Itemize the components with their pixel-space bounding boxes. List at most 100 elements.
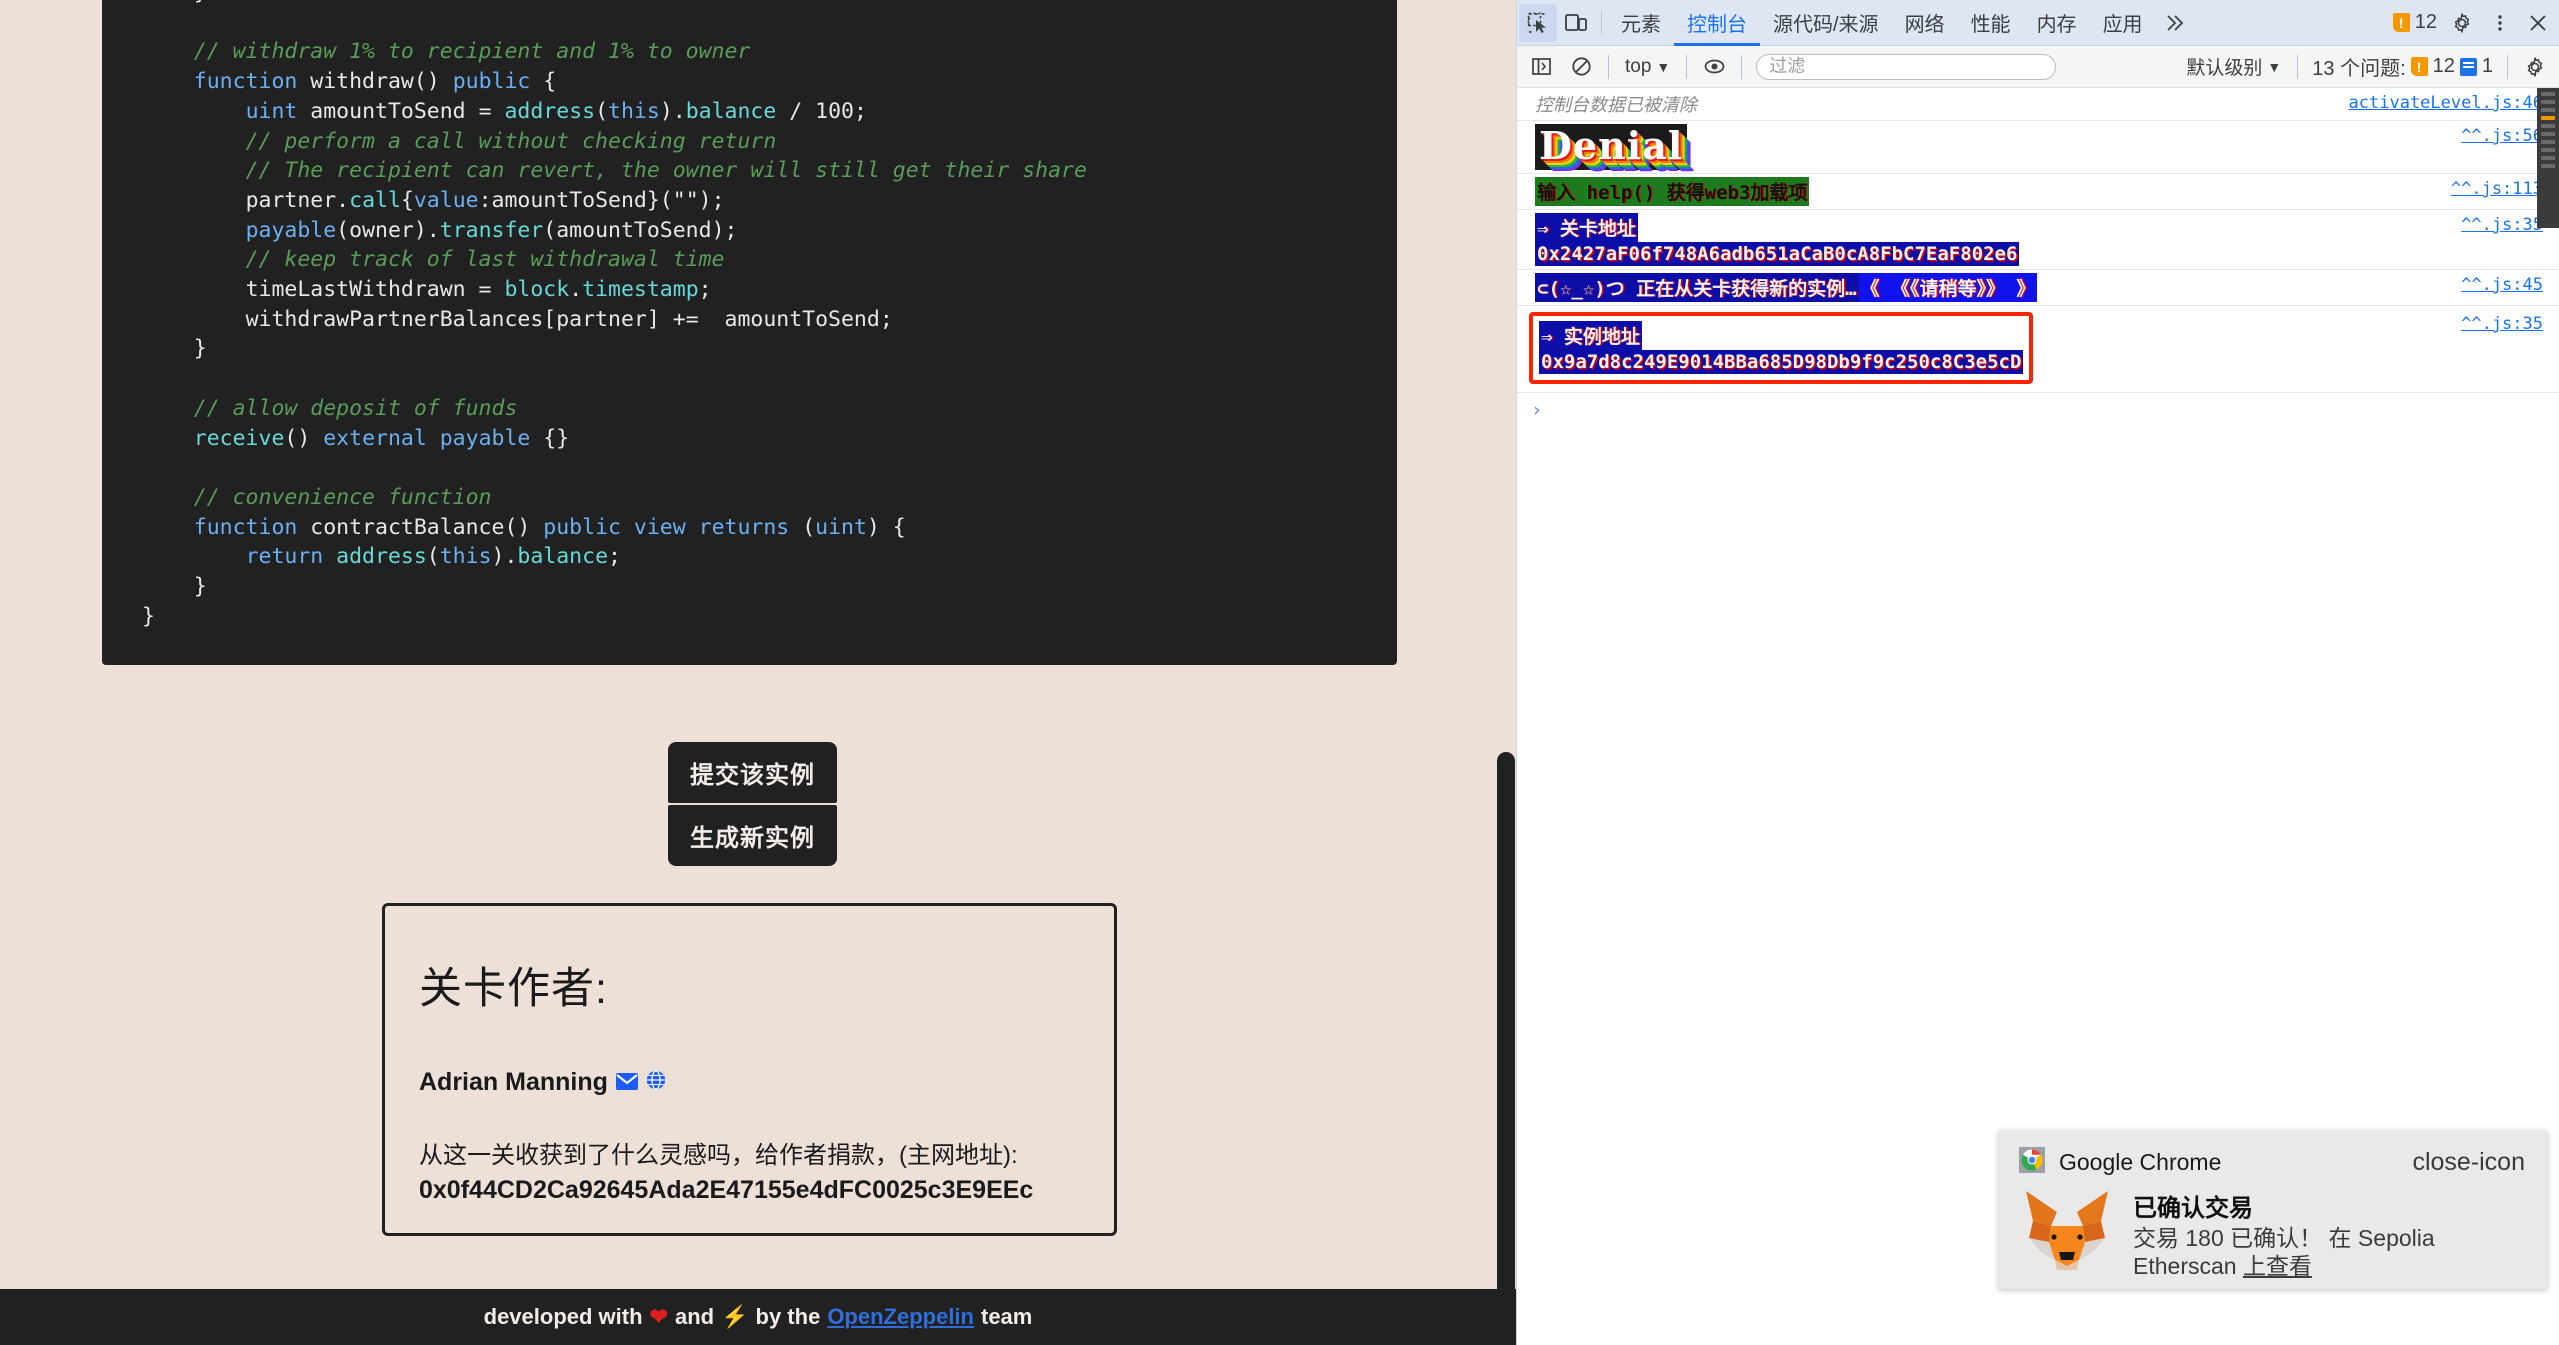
code-token: ) { bbox=[866, 514, 906, 540]
code-token: amountToSend = bbox=[310, 98, 505, 124]
chevron-double-right-icon[interactable] bbox=[2156, 4, 2194, 42]
code-token: balance bbox=[685, 98, 777, 124]
waiting-please-wait: 《 《《请稍等》》 》 bbox=[1858, 272, 2038, 302]
globe-icon[interactable] bbox=[646, 1068, 666, 1097]
minimap-mark bbox=[2541, 108, 2555, 112]
code-token: } bbox=[193, 574, 207, 600]
device-toolbar-icon[interactable] bbox=[1557, 4, 1595, 42]
code-line: payable(owner).transfer(amountToSend); bbox=[142, 216, 1357, 246]
console-toolbar: top ▼ 默认级别 ▼ 13 个问题: ! 12 1 bbox=[1517, 46, 2559, 88]
info-icon bbox=[2459, 57, 2477, 76]
code-token: ( bbox=[595, 98, 609, 124]
code-token: . bbox=[569, 277, 583, 303]
issues-badge[interactable]: ! 12 bbox=[2387, 11, 2443, 34]
level-author-box: 关卡作者: Adrian Manning 从这一关收获到了什么灵感吗，给作者捐款… bbox=[382, 903, 1117, 1236]
code-token: uint bbox=[245, 98, 311, 124]
code-token: return bbox=[245, 544, 337, 570]
footer-mid: and bbox=[674, 1304, 715, 1329]
tab-application[interactable]: 应用 bbox=[2090, 0, 2156, 46]
tab-performance[interactable]: 性能 bbox=[1958, 0, 2024, 46]
issues-summary[interactable]: 13 个问题: ! 12 1 bbox=[2306, 52, 2499, 81]
code-token: :amountToSend}( bbox=[478, 187, 673, 213]
code-token: () bbox=[284, 425, 324, 451]
gear-icon-2[interactable] bbox=[2516, 48, 2554, 86]
warning-icon: ! bbox=[2392, 13, 2410, 32]
code-token: () bbox=[504, 514, 544, 540]
tab-elements[interactable]: 元素 bbox=[1608, 0, 1674, 46]
toast-message-line1: 交易 180 已确认！ 在 Sepolia bbox=[2133, 1225, 2435, 1251]
code-line: function withdraw() public { bbox=[142, 67, 1357, 97]
code-token: "" bbox=[672, 187, 699, 213]
code-token: (owner). bbox=[336, 217, 440, 243]
openzeppelin-link[interactable]: OpenZeppelin bbox=[827, 1304, 974, 1330]
code-token: // perform a call without checking retur… bbox=[245, 128, 777, 154]
source-link-5[interactable]: ^^.js:45 bbox=[2451, 273, 2559, 295]
live-expression-icon[interactable] bbox=[1695, 48, 1733, 86]
mail-icon[interactable] bbox=[615, 1068, 638, 1097]
code-token: this bbox=[439, 544, 492, 570]
waiting-text: ⊂(☆_☆)つ 正在从关卡获得新的实例… bbox=[1535, 272, 1859, 302]
execution-context-value: top bbox=[1625, 55, 1652, 77]
inspect-element-icon[interactable] bbox=[1519, 3, 1557, 42]
tab-network[interactable]: 网络 bbox=[1892, 0, 1958, 46]
toast-body: 已确认交易 交易 180 已确认！ 在 Sepolia Etherscan 上查… bbox=[1999, 1178, 2547, 1280]
issues-label: 13 个问题: bbox=[2312, 58, 2406, 80]
code-token: timestamp bbox=[582, 277, 699, 303]
code-token: transfer bbox=[439, 217, 544, 243]
author-name: Adrian Manning bbox=[419, 1068, 608, 1096]
code-line: // keep track of last withdrawal time bbox=[142, 245, 1357, 275]
instance-address-highlight: ⇒ 实例地址 0x9a7d8c249E9014BBa685D98Db9f9c25… bbox=[1529, 311, 2034, 384]
toolbar-divider-5 bbox=[2297, 54, 2299, 79]
execution-context-selector[interactable]: top ▼ bbox=[1617, 56, 1678, 78]
tab-sources[interactable]: 源代码/来源 bbox=[1760, 0, 1892, 46]
console-filter-input[interactable] bbox=[1756, 53, 2057, 80]
console-sidebar-icon[interactable] bbox=[1522, 48, 1560, 86]
console-message-instance-address: ⇒ 实例地址 0x9a7d8c249E9014BBa685D98Db9f9c25… bbox=[1517, 306, 2559, 393]
console-cleared-text: 控制台数据已被清除 bbox=[1535, 95, 1697, 116]
toolbar-divider-4 bbox=[1741, 54, 1743, 79]
code-token: block bbox=[504, 277, 570, 303]
code-line: // convenience function bbox=[142, 483, 1357, 513]
submit-instance-button[interactable]: 提交该实例 bbox=[668, 742, 837, 803]
minimap-mark bbox=[2541, 156, 2555, 160]
warning-icon-2: ! bbox=[2410, 57, 2428, 76]
solidity-code-block: } // withdraw 1% to recipient and 1% to … bbox=[102, 0, 1397, 665]
toolbar-divider bbox=[1601, 10, 1602, 35]
console-minimap-scrollbar[interactable] bbox=[2537, 88, 2559, 228]
level-author-heading: 关卡作者: bbox=[419, 965, 608, 1013]
code-line: timeLastWithdrawn = block.timestamp; bbox=[142, 275, 1357, 305]
help-hint-text: 输入 help() 获得web3加载项 bbox=[1535, 176, 1810, 206]
toast-message-link[interactable]: 上查看 bbox=[2243, 1253, 2312, 1279]
clear-console-icon[interactable] bbox=[1562, 48, 1600, 86]
minimap-mark bbox=[2541, 148, 2555, 152]
code-line: // The recipient can revert, the owner w… bbox=[142, 156, 1357, 186]
page-scrollbar-thumb[interactable] bbox=[1497, 752, 1515, 1345]
code-token: uint bbox=[815, 514, 867, 540]
log-level-selector[interactable]: 默认级别 ▼ bbox=[2178, 53, 2289, 80]
code-line: } bbox=[142, 334, 1357, 364]
code-token: // convenience function bbox=[193, 484, 492, 510]
code-token: / 100; bbox=[776, 98, 867, 124]
more-vertical-icon[interactable] bbox=[2481, 4, 2519, 42]
close-icon[interactable] bbox=[2519, 4, 2557, 42]
code-token: (amountToSend); bbox=[543, 217, 738, 243]
heart-icon: ❤ bbox=[649, 1304, 668, 1329]
code-line: // perform a call without checking retur… bbox=[142, 127, 1357, 157]
code-line: } bbox=[142, 602, 1357, 632]
system-notification-toast[interactable]: Google Chrome close-icon 已确认交易 交易 180 已确… bbox=[1999, 1131, 2547, 1289]
source-link[interactable]: activateLevel.js:46 bbox=[2339, 91, 2559, 113]
console-message-help: 输入 help() 获得web3加载项 ^^.js:113 bbox=[1517, 174, 2559, 210]
tab-memory[interactable]: 内存 bbox=[2024, 0, 2090, 46]
instance-address-label: ⇒ 实例地址 bbox=[1539, 320, 1642, 350]
gear-icon[interactable] bbox=[2443, 4, 2481, 42]
close-icon-toast[interactable]: close-icon bbox=[2408, 1150, 2529, 1175]
tab-console[interactable]: 控制台 bbox=[1674, 0, 1760, 46]
code-line: receive() external payable {} bbox=[142, 424, 1357, 454]
bolt-icon: ⚡ bbox=[721, 1304, 749, 1329]
code-line: } bbox=[142, 572, 1357, 602]
source-link-6[interactable]: ^^.js:35 bbox=[2451, 312, 2559, 334]
console-input-prompt[interactable]: › bbox=[1517, 393, 2559, 421]
code-line: // withdraw 1% to recipient and 1% to ow… bbox=[142, 37, 1357, 67]
create-new-instance-button[interactable]: 生成新实例 bbox=[668, 805, 837, 866]
